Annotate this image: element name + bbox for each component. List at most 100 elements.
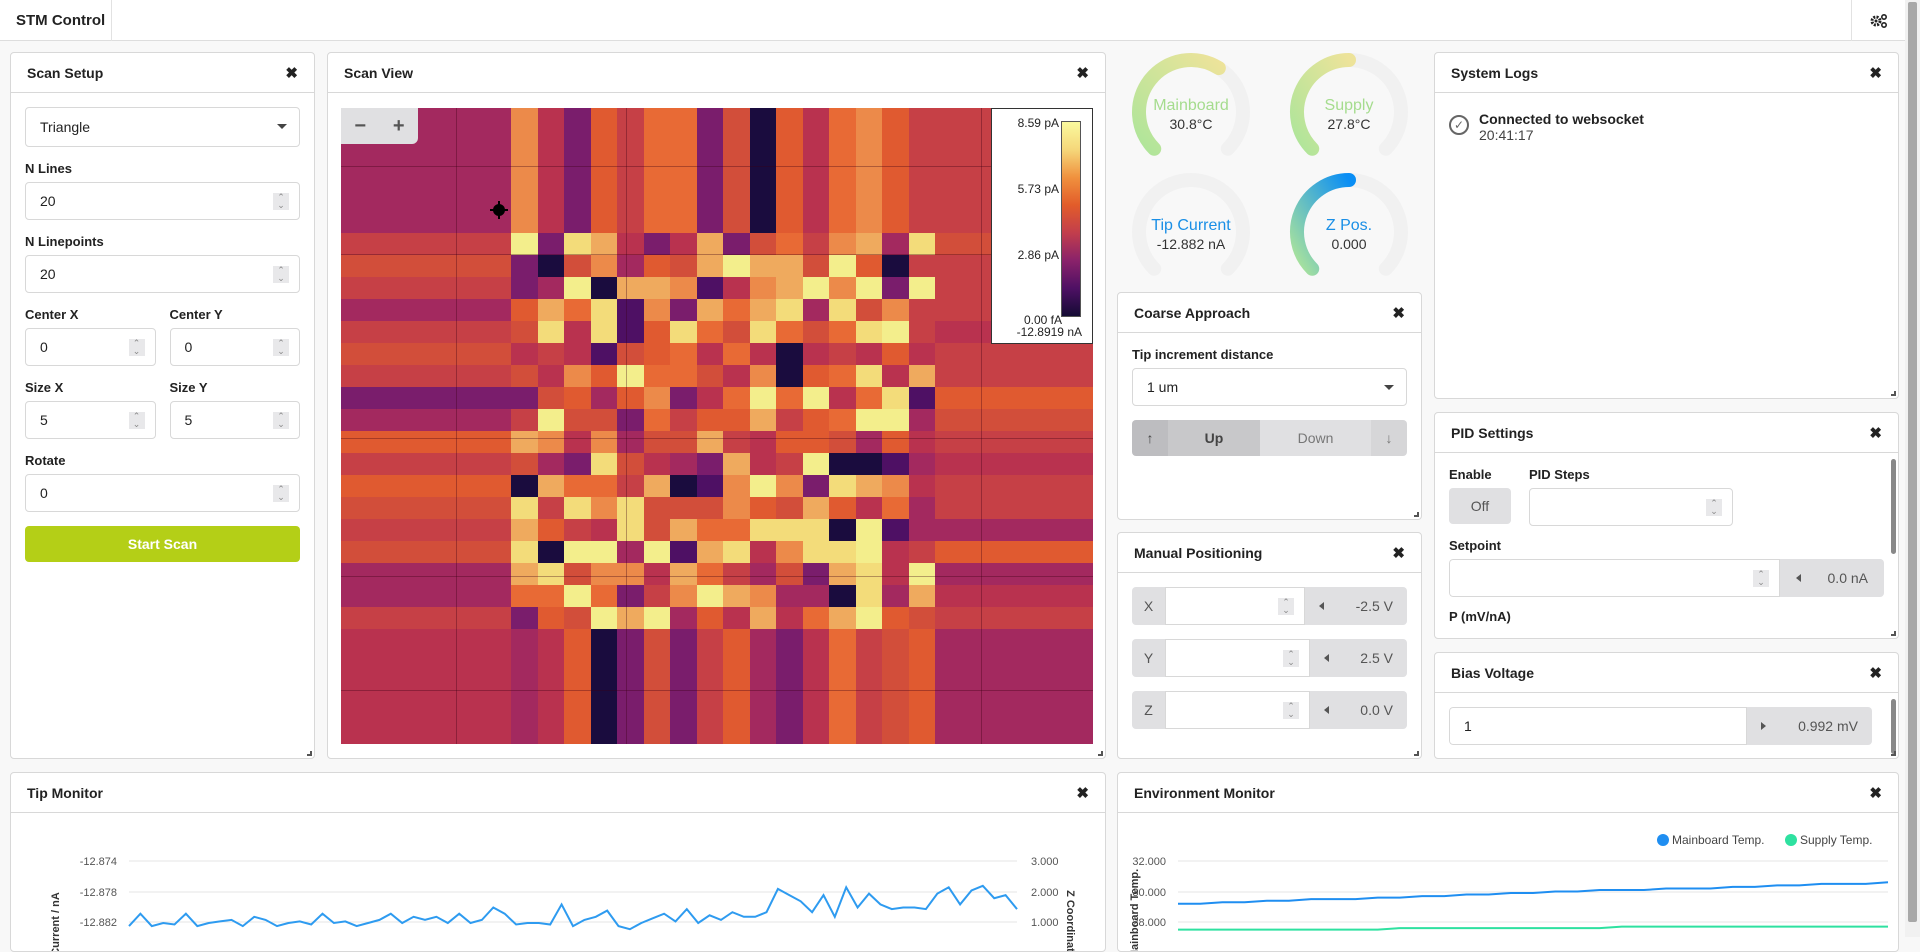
x-input[interactable]: ⌃ ⌄ [1165,587,1305,625]
heatmap-cell [696,497,724,520]
n-lines-label: N Lines [25,161,72,176]
heatmap-cell [511,321,538,344]
heatmap-cell [723,233,750,256]
heatmap-cell [643,409,671,432]
spinner-icon[interactable]: ⌃ ⌄ [1283,702,1299,719]
bias-readout[interactable]: 0.992 mV [1747,707,1872,745]
spinner-icon[interactable]: ⌃ ⌄ [1278,598,1294,615]
down-button[interactable]: Down [1260,420,1371,456]
heatmap-cell [696,365,724,388]
close-icon[interactable]: ✖ [1076,64,1089,82]
z-input[interactable]: ⌃ ⌄ [1165,691,1310,729]
scan-heatmap[interactable]: − + 8.59 pA 5.73 pA 2.86 pA 0.00 fA -12.… [341,108,1093,744]
spinner-icon[interactable]: ⌃ ⌄ [1283,650,1299,667]
increment-select[interactable]: 1 um [1132,368,1407,406]
spinner-icon[interactable]: ⌃ ⌄ [273,485,289,502]
start-scan-button[interactable]: Start Scan [25,526,300,562]
spinner-icon[interactable]: ⌃ ⌄ [273,193,289,210]
z-readout[interactable]: 0.0 V [1310,691,1407,729]
heatmap-cell [341,387,512,410]
heatmap-cell [564,365,591,388]
heatmap-cell [341,563,512,586]
close-icon[interactable]: ✖ [1869,424,1882,442]
heatmap-cell [882,585,909,608]
environment-monitor-chart: 32.00030.00028.000Mainboard Temp.Mainboa… [1129,833,1889,951]
bias-input[interactable]: 1 [1449,707,1747,745]
spinner-icon[interactable]: ⌃ ⌄ [1753,570,1769,587]
up-button[interactable]: Up [1168,420,1260,456]
zoom-out-button[interactable]: − [354,115,366,138]
size-y-input[interactable]: 5 ⌃ ⌄ [169,401,300,439]
resize-handle[interactable] [307,751,312,756]
spinner-icon[interactable]: ⌃ ⌄ [273,339,289,356]
heatmap-cell [935,409,1093,432]
zoom-in-button[interactable]: + [393,115,405,138]
page-scrollbar[interactable] [1905,0,1920,937]
x-readout[interactable]: -2.5 V [1305,587,1407,625]
heatmap-cell [776,321,803,344]
heatmap-cell [590,343,618,366]
center-y-input[interactable]: 0 ⌃ ⌄ [169,328,300,366]
tip-monitor-chart: -12.874 -12.878 -12.882 3.000 2.000 1.000 Curr… [50,856,1076,951]
heatmap-cell [670,541,697,564]
panel-title: Manual Positioning [1134,544,1263,561]
n-lines-input[interactable]: 20 ⌃ ⌄ [25,182,300,220]
panel-scrollbar[interactable] [1891,459,1896,554]
close-icon[interactable]: ✖ [1392,304,1405,322]
heatmap-cell [341,365,512,388]
resize-handle[interactable] [1414,751,1419,756]
heatmap-cell [908,277,936,300]
y2-tick-label: 1.000 [1031,917,1059,929]
y-readout[interactable]: 2.5 V [1310,639,1407,677]
tip-position-marker[interactable] [490,201,508,219]
size-x-input[interactable]: 5 ⌃ ⌄ [25,401,156,439]
settings-button[interactable] [1851,0,1905,41]
gauge-label: Mainboard [1153,97,1229,114]
close-icon[interactable]: ✖ [285,64,298,82]
pid-enable-toggle[interactable]: Off [1449,488,1511,524]
pid-steps-input[interactable]: ⌃ ⌄ [1529,488,1733,526]
spinner-icon[interactable]: ⌃ ⌄ [273,266,289,283]
arrow-down-icon[interactable]: ↓ [1371,420,1407,456]
heatmap-cell [590,233,618,256]
y-input[interactable]: ⌃ ⌄ [1165,639,1310,677]
resize-handle[interactable] [1891,391,1896,396]
close-icon[interactable]: ✖ [1076,784,1089,802]
rotate-input[interactable]: 0 ⌃ ⌄ [25,474,300,512]
heatmap-cell [670,108,697,234]
heatmap-cell [696,519,724,542]
close-icon[interactable]: ✖ [1869,664,1882,682]
heatmap-cell [935,387,1093,410]
heatmap-cell [537,585,565,608]
setpoint-value: 0.0 nA [1827,570,1868,586]
setpoint-input[interactable]: ⌃ ⌄ [1449,559,1780,597]
spinner-icon[interactable]: ⌃ ⌄ [1706,499,1722,516]
spinner-icon[interactable]: ⌃ ⌄ [273,412,289,429]
close-icon[interactable]: ✖ [1869,64,1882,82]
close-icon[interactable]: ✖ [1869,784,1882,802]
close-icon[interactable]: ✖ [1392,544,1405,562]
resize-handle[interactable] [1891,751,1896,756]
spinner-icon[interactable]: ⌃ ⌄ [128,339,145,356]
heatmap-cell [829,475,856,498]
zoom-controls: − + [341,108,418,144]
heatmap-cell [643,255,671,278]
heatmap-cell [537,321,565,344]
heatmap-cell [511,365,538,388]
resize-handle[interactable] [1891,631,1896,636]
spinner-icon[interactable]: ⌃ ⌄ [128,412,145,429]
position-row-x: X ⌃ ⌄ -2.5 V [1132,587,1407,625]
center-x-input[interactable]: 0 ⌃ ⌄ [25,328,156,366]
resize-handle[interactable] [1098,751,1103,756]
heatmap-cell [696,277,724,300]
heatmap-cell [749,519,777,542]
heatmap-cell [537,277,565,300]
n-linepoints-input[interactable]: 20 ⌃ ⌄ [25,255,300,293]
scan-mode-select[interactable]: Triangle [25,107,300,147]
arrow-up-icon[interactable]: ↑ [1132,420,1168,456]
setpoint-readout[interactable]: 0.0 nA [1780,559,1884,597]
panel-title: System Logs [1451,64,1539,81]
heatmap-cell [749,563,777,586]
panel-scrollbar[interactable] [1891,699,1896,754]
resize-handle[interactable] [1414,512,1419,517]
